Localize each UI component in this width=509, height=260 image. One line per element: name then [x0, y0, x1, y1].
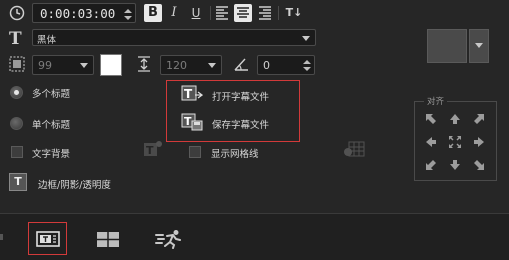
grid-settings-icon[interactable]	[343, 140, 365, 158]
border-shadow-icon[interactable]: T	[9, 173, 27, 191]
border-shadow-label[interactable]: 边框/阴影/透明度	[38, 177, 111, 191]
open-subtitle-label: 打开字幕文件	[212, 92, 270, 103]
open-subtitle-icon: T	[181, 85, 204, 103]
toolbar-divider	[278, 6, 279, 20]
align-bottom-right-icon[interactable]	[471, 157, 487, 173]
title-edit-icon	[36, 231, 60, 247]
show-grid-checkbox[interactable]	[189, 146, 201, 158]
font-family-value: 黑体	[37, 35, 57, 46]
preset-preview[interactable]	[427, 29, 467, 63]
text-direction-button[interactable]: T↓	[282, 4, 306, 22]
align-top-right-icon[interactable]	[471, 111, 487, 127]
clock-icon	[9, 5, 25, 21]
font-size-value: 120	[166, 59, 187, 72]
tab-motion[interactable]	[155, 229, 183, 249]
underline-button[interactable]: U	[187, 4, 205, 22]
text-background-checkbox[interactable]	[11, 146, 23, 158]
time-spinner[interactable]	[124, 6, 132, 22]
tab-edge-marker	[0, 234, 3, 240]
transparency-value: 99	[38, 59, 52, 72]
align-right-icon[interactable]	[256, 6, 272, 20]
text-background-settings-icon[interactable]: T	[143, 140, 163, 158]
angle-icon	[233, 56, 249, 72]
multi-title-radio[interactable]	[10, 86, 23, 99]
align-left-arrow-icon[interactable]	[423, 134, 439, 150]
angle-spinner[interactable]	[303, 57, 311, 73]
open-subtitle-item[interactable]: T 打开字幕文件	[181, 83, 297, 107]
transparency-dropdown[interactable]: 99	[32, 55, 94, 75]
align-bottom-left-icon[interactable]	[423, 157, 439, 173]
single-title-radio[interactable]	[10, 117, 23, 130]
align-top-left-icon[interactable]	[423, 111, 439, 127]
svg-text:T: T	[146, 144, 154, 157]
align-top-icon[interactable]	[447, 111, 463, 127]
svg-text:T: T	[184, 87, 193, 101]
multi-title-label: 多个标题	[32, 89, 71, 100]
chevron-down-icon	[475, 43, 483, 48]
chevron-down-icon	[208, 63, 216, 68]
time-value: 0:00:03:00	[40, 6, 116, 21]
align-left-icon[interactable]	[215, 6, 231, 20]
align-group-label: 对齐	[424, 95, 448, 107]
font-size-icon	[137, 56, 151, 72]
chevron-down-icon	[302, 36, 310, 41]
font-family-dropdown[interactable]: 黑体	[32, 29, 316, 46]
align-center-icon[interactable]	[234, 4, 252, 22]
save-subtitle-item[interactable]: T 保存字幕文件	[181, 111, 297, 135]
show-grid-label: 显示网格线	[211, 149, 259, 160]
transparency-icon	[9, 56, 25, 72]
tab-title-edit[interactable]	[36, 230, 60, 248]
bold-button[interactable]: B	[144, 4, 162, 22]
subtitle-file-menu: T 打开字幕文件 T 保存字幕文件	[167, 81, 299, 141]
save-subtitle-label: 保存字幕文件	[212, 120, 270, 131]
angle-value: 0	[263, 59, 270, 72]
svg-text:T: T	[184, 115, 192, 128]
tab-layout[interactable]	[96, 231, 120, 248]
time-input[interactable]: 0:00:03:00	[32, 3, 136, 23]
bottom-tab-bar	[0, 213, 509, 260]
layout-grid-icon	[97, 232, 119, 247]
align-center-arrows-icon[interactable]	[447, 134, 463, 150]
font-icon: T	[9, 29, 22, 49]
angle-input[interactable]: 0	[257, 55, 315, 75]
align-right-arrow-icon[interactable]	[471, 134, 487, 150]
font-size-dropdown[interactable]: 120	[160, 55, 222, 75]
text-background-label: 文字背景	[32, 149, 71, 160]
toolbar-divider	[210, 6, 211, 20]
chevron-down-icon	[80, 63, 88, 68]
running-man-icon	[155, 230, 181, 249]
save-subtitle-icon: T	[181, 113, 203, 131]
preset-dropdown-button[interactable]	[469, 29, 489, 63]
font-color-swatch[interactable]	[100, 54, 122, 76]
italic-button[interactable]: I	[165, 4, 183, 22]
align-bottom-icon[interactable]	[447, 157, 463, 173]
single-title-label: 单个标题	[32, 120, 71, 131]
